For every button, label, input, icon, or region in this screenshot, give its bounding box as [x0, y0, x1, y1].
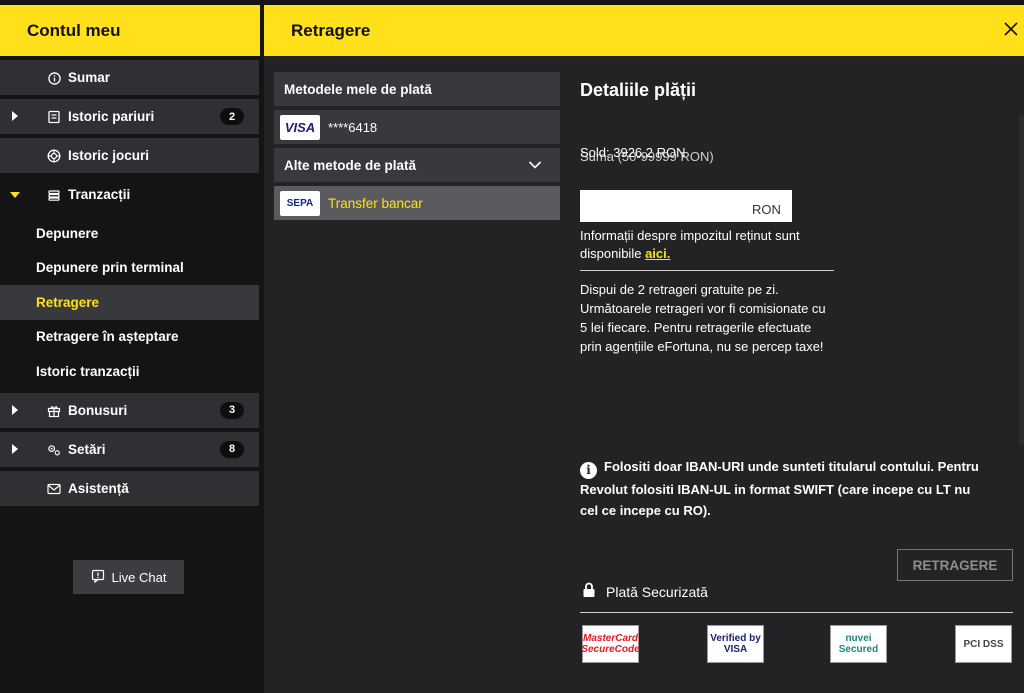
nuvei-secured-logo: nuvei Secured — [830, 625, 887, 663]
caret-right-icon — [12, 111, 18, 121]
payment-details: Detaliile plății Sold: 3926,2 RON Suma (… — [580, 72, 1020, 672]
live-chat-button[interactable]: Live Chat — [73, 560, 184, 594]
sidebar-item-istoric-pariuri[interactable]: Istoric pariuri 2 — [0, 99, 259, 134]
sidebar-item-tranzactii[interactable]: Tranzacții — [0, 177, 259, 212]
other-methods-toggle[interactable]: Alte metode de plată — [274, 148, 560, 182]
page-title: Retragere — [291, 20, 371, 40]
saved-card-visa[interactable]: VISA ****6418 — [274, 110, 560, 144]
sidebar-item-label: Istoric jocuri — [68, 148, 150, 163]
secure-label: Plată Securizată — [606, 583, 708, 600]
sidebar-item-bonusuri[interactable]: Bonusuri 3 — [0, 392, 259, 428]
lock-icon — [582, 582, 596, 601]
live-chat-label: Live Chat — [111, 569, 167, 585]
chevron-down-icon — [528, 158, 542, 173]
close-icon[interactable] — [1004, 21, 1024, 41]
sepa-logo-icon: SEPA — [280, 190, 320, 216]
panel-divider — [260, 0, 264, 693]
sidebar-item-asistenta[interactable]: Asistență — [0, 470, 259, 506]
count-badge: 2 — [220, 108, 244, 125]
caret-right-icon — [12, 443, 18, 454]
my-methods-header: Metodele mele de plată — [274, 72, 560, 106]
pci-dss-logo: PCI DSS — [955, 625, 1012, 663]
submenu-item-retragere[interactable]: Retragere — [0, 285, 259, 320]
sidebar-item-setari[interactable]: Setări 8 — [0, 431, 259, 467]
gears-icon — [47, 443, 61, 457]
divider — [580, 270, 834, 271]
card-number: ****6418 — [328, 119, 378, 135]
mail-icon — [47, 482, 61, 496]
bank-transfer-option[interactable]: SEPA Transfer bancar — [274, 186, 560, 220]
chip-icon — [47, 149, 61, 163]
page-header: Retragere — [264, 5, 1024, 56]
sidebar-item-istoric-jocuri[interactable]: Istoric jocuri — [0, 138, 259, 173]
count-badge: 3 — [220, 401, 244, 419]
amount-label: Suma (50-99999 RON) — [580, 149, 714, 164]
chat-icon — [91, 569, 105, 586]
sidebar-item-label: Asistență — [68, 480, 129, 496]
sidebar-item-sumar[interactable]: Sumar — [0, 60, 259, 95]
iban-note: i Folositi doar IBAN-URI unde sunteti tit… — [580, 456, 990, 521]
payment-methods-list: Metodele mele de plată VISA ****6418 Alt… — [274, 72, 560, 224]
verified-by-visa-logo: Verified by VISA — [707, 625, 764, 663]
gift-icon — [47, 404, 61, 418]
sidebar-item-label: Istoric pariuri — [68, 109, 155, 124]
sidebar-item-label: Sumar — [68, 70, 111, 85]
tax-info-link[interactable]: aici. — [645, 246, 670, 261]
info-icon — [47, 71, 61, 85]
other-methods-label: Alte metode de plată — [284, 157, 417, 173]
wallet-icon — [47, 188, 61, 202]
free-withdrawals-info: Dispui de 2 retrageri gratuite pe zi. Ur… — [580, 282, 826, 354]
iban-note-text: Folositi doar IBAN-URI unde sunteti titu… — [580, 459, 979, 518]
ticket-icon — [47, 110, 61, 124]
withdraw-button[interactable]: RETRAGERE — [897, 549, 1013, 581]
submenu-item-retragere-asteptare[interactable]: Retragere în așteptare — [0, 320, 259, 355]
caret-right-icon — [12, 404, 18, 415]
account-sidebar: Contul meu Sumar Istoric pariuri 2 Istor… — [0, 0, 260, 693]
sidebar-title: Contul meu — [0, 5, 260, 56]
submenu-item-istoric-tranzactii[interactable]: Istoric tranzacții — [0, 354, 259, 389]
security-logos: MasterCard SecureCode Verified by VISA n… — [580, 625, 1012, 663]
tax-info-text: Informații despre impozitul reținut sunt… — [580, 228, 800, 261]
mastercard-securecode-logo: MasterCard SecureCode — [581, 625, 640, 663]
info-icon: i — [580, 462, 597, 479]
sidebar-menu: Sumar Istoric pariuri 2 Istoric jocuri T… — [0, 60, 260, 510]
sidebar-item-label: Tranzacții — [68, 187, 131, 202]
divider — [580, 612, 1013, 613]
transactions-submenu: Depunere Depunere prin terminal Retrager… — [0, 216, 259, 389]
bank-transfer-label: Transfer bancar — [328, 195, 423, 211]
scrollbar[interactable] — [1019, 115, 1024, 445]
details-title: Detaliile plății — [580, 80, 697, 100]
visa-logo-icon: VISA — [280, 114, 320, 140]
currency-suffix: RON — [752, 202, 781, 217]
tax-info: Informații despre impozitul reținut sunt… — [580, 227, 850, 263]
caret-down-icon — [10, 192, 20, 198]
sepa-logo-text: SEPA — [286, 197, 314, 209]
sidebar-item-label: Bonusuri — [68, 402, 128, 418]
count-badge: 8 — [220, 440, 244, 458]
sidebar-item-label: Setări — [68, 441, 106, 457]
submenu-item-depunere-terminal[interactable]: Depunere prin terminal — [0, 251, 259, 286]
secure-payment: Plată Securizată — [582, 582, 708, 601]
submenu-item-depunere[interactable]: Depunere — [0, 216, 259, 251]
visa-logo-text: VISA — [284, 119, 316, 135]
